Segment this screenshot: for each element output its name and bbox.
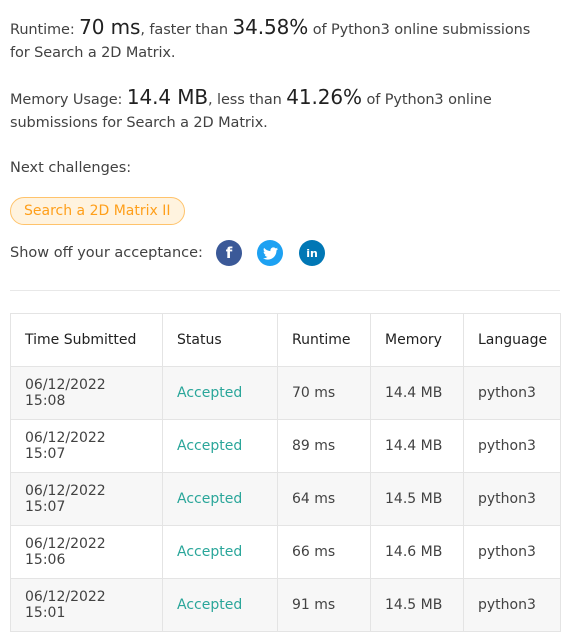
cell-memory: 14.5 MB — [370, 472, 464, 526]
submission-result-panel: Runtime: 70 ms, faster than 34.58% of Py… — [0, 0, 566, 632]
twitter-icon[interactable] — [257, 240, 283, 266]
cell-language: python3 — [463, 366, 561, 420]
column-header-time[interactable]: Time Submitted — [10, 313, 163, 367]
runtime-stat: Runtime: 70 ms, faster than 34.58% of Py… — [10, 16, 550, 65]
cell-memory: 14.6 MB — [370, 525, 464, 579]
cell-runtime: 70 ms — [277, 366, 371, 420]
table-row: 06/12/2022 15:07 Accepted 89 ms 14.4 MB … — [10, 419, 561, 473]
runtime-label: Runtime: — [10, 22, 75, 38]
cell-memory: 14.4 MB — [370, 419, 464, 473]
table-row: 06/12/2022 15:08 Accepted 70 ms 14.4 MB … — [10, 366, 561, 420]
cell-runtime: 66 ms — [277, 525, 371, 579]
column-header-runtime[interactable]: Runtime — [277, 313, 371, 367]
cell-language: python3 — [463, 472, 561, 526]
memory-mid-text: , less than — [208, 92, 282, 108]
cell-time: 06/12/2022 15:01 — [10, 578, 163, 632]
table-row: 06/12/2022 15:07 Accepted 64 ms 14.5 MB … — [10, 472, 561, 526]
cell-language: python3 — [463, 525, 561, 579]
memory-stat: Memory Usage: 14.4 MB, less than 41.26% … — [10, 86, 550, 135]
facebook-icon[interactable]: f — [216, 240, 242, 266]
cell-language: python3 — [463, 578, 561, 632]
status-link[interactable]: Accepted — [162, 578, 278, 632]
cell-runtime: 91 ms — [277, 578, 371, 632]
share-label: Show off your acceptance: — [10, 245, 203, 261]
runtime-value: 70 ms — [79, 15, 141, 39]
runtime-mid-text: , faster than — [140, 22, 228, 38]
cell-time: 06/12/2022 15:08 — [10, 366, 163, 420]
column-header-status[interactable]: Status — [162, 313, 278, 367]
cell-runtime: 64 ms — [277, 472, 371, 526]
table-row: 06/12/2022 15:01 Accepted 91 ms 14.5 MB … — [10, 578, 561, 632]
divider — [10, 290, 560, 291]
status-link[interactable]: Accepted — [162, 366, 278, 420]
next-challenge-link[interactable]: Search a 2D Matrix II — [10, 197, 185, 225]
cell-memory: 14.5 MB — [370, 578, 464, 632]
cell-time: 06/12/2022 15:07 — [10, 472, 163, 526]
column-header-memory[interactable]: Memory — [370, 313, 464, 367]
cell-time: 06/12/2022 15:07 — [10, 419, 163, 473]
cell-time: 06/12/2022 15:06 — [10, 525, 163, 579]
status-link[interactable]: Accepted — [162, 525, 278, 579]
next-challenges-label: Next challenges: — [10, 160, 132, 176]
runtime-percent: 34.58% — [232, 15, 309, 39]
status-link[interactable]: Accepted — [162, 419, 278, 473]
memory-label: Memory Usage: — [10, 92, 123, 108]
cell-memory: 14.4 MB — [370, 366, 464, 420]
memory-value: 14.4 MB — [126, 85, 209, 109]
cell-runtime: 89 ms — [277, 419, 371, 473]
submissions-table: Time Submitted Status Runtime Memory Lan… — [10, 313, 561, 632]
table-row: 06/12/2022 15:06 Accepted 66 ms 14.6 MB … — [10, 525, 561, 579]
status-link[interactable]: Accepted — [162, 472, 278, 526]
cell-language: python3 — [463, 419, 561, 473]
column-header-language[interactable]: Language — [463, 313, 561, 367]
linkedin-icon[interactable]: in — [299, 240, 325, 266]
memory-percent: 41.26% — [286, 85, 362, 109]
table-header-row: Time Submitted Status Runtime Memory Lan… — [10, 313, 561, 367]
